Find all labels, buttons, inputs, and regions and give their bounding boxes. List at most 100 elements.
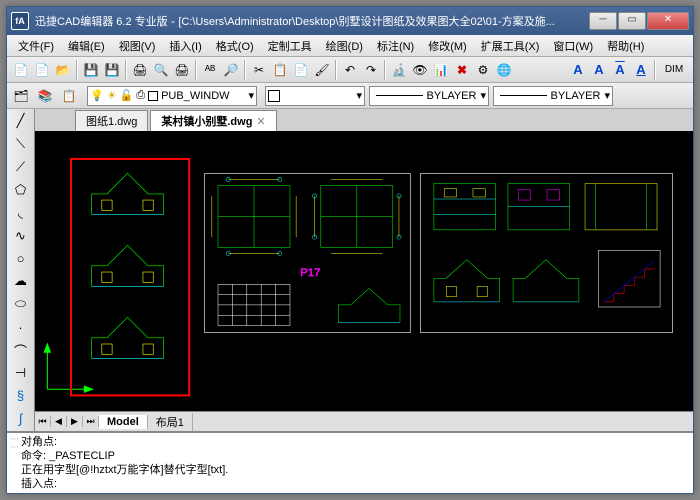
model-tab[interactable]: Model <box>99 415 148 429</box>
document-tabs: 图纸1.dwg 某村镇小别墅.dwg✕ <box>35 109 693 131</box>
pan-icon[interactable]: 🔬 <box>389 60 409 80</box>
new-icon[interactable]: 📄 <box>11 60 31 80</box>
menu-tools[interactable]: 定制工具 <box>261 36 319 56</box>
standard-toolbar: 📄 📄 📂 💾 💾 🖨 🔍 🖨 ᴬᴮ 🔎 ✂ 📋 📄 🖌 ↶ ↷ 🔬 👁 📊 ✖… <box>7 57 693 83</box>
doc-tab-2[interactable]: 某村镇小别墅.dwg✕ <box>150 110 276 131</box>
drawing-canvas[interactable]: P17 <box>35 131 693 411</box>
cad-drawing: P17 <box>35 131 693 411</box>
canvas-area: 图纸1.dwg 某村镇小别墅.dwg✕ <box>35 109 693 431</box>
audit-icon[interactable]: ⚙ <box>473 60 493 80</box>
boundary-tool-icon[interactable]: § <box>10 385 32 406</box>
layer-combo[interactable]: 💡 ☀ 🔓 ⎙ PUB_WINDW ▾ <box>87 86 257 106</box>
lightbulb-icon: 💡 <box>90 89 104 102</box>
copy-icon[interactable]: 📋 <box>270 60 290 80</box>
menu-file[interactable]: 文件(F) <box>11 36 61 56</box>
layerprev-icon[interactable]: 📚 <box>35 86 55 106</box>
menu-dimension[interactable]: 标注(N) <box>370 36 421 56</box>
menu-insert[interactable]: 插入(I) <box>162 36 208 56</box>
preview-icon[interactable]: 🔍 <box>151 60 171 80</box>
layout-tabs: ⏮ ◀ ▶ ⏭ Model 布局1 <box>35 411 693 431</box>
app-window: fA 迅捷CAD编辑器 6.2 专业版 - [C:\Users\Administ… <box>6 6 694 494</box>
menu-extend[interactable]: 扩展工具(X) <box>474 36 547 56</box>
layer-color-swatch <box>148 91 158 101</box>
menu-window[interactable]: 窗口(W) <box>546 36 600 56</box>
layer-icon[interactable]: 📊 <box>431 60 451 80</box>
menu-format[interactable]: 格式(O) <box>209 36 261 56</box>
revcloud-tool-icon[interactable]: ☁ <box>10 271 32 292</box>
minimize-button[interactable]: ─ <box>589 12 617 30</box>
spline-tool-icon[interactable]: ∿ <box>10 225 32 246</box>
xline-tool-icon[interactable]: ⟍ <box>10 134 32 155</box>
menu-help[interactable]: 帮助(H) <box>600 36 651 56</box>
tab-last-icon[interactable]: ⏭ <box>83 416 99 427</box>
cmd-line-1: 对角点: <box>21 435 689 449</box>
title-bar: fA 迅捷CAD编辑器 6.2 专业版 - [C:\Users\Administ… <box>7 7 693 35</box>
lineweight-combo[interactable]: BYLAYER ▾ <box>493 86 613 106</box>
layer-name: PUB_WINDW <box>161 90 229 102</box>
new2-icon[interactable]: 📄 <box>32 60 52 80</box>
close-button[interactable]: ✕ <box>647 12 689 30</box>
cut-icon[interactable]: ✂ <box>249 60 269 80</box>
polygon-tool-icon[interactable]: ⬠ <box>10 180 32 201</box>
undo-icon[interactable]: ↶ <box>340 60 360 80</box>
spell-icon[interactable]: ᴬᴮ <box>200 60 220 80</box>
saveall-icon[interactable]: 💾 <box>102 60 122 80</box>
maximize-button[interactable]: ▭ <box>618 12 646 30</box>
open-icon[interactable]: 📂 <box>53 60 73 80</box>
menu-modify[interactable]: 修改(M) <box>421 36 474 56</box>
pline-tool-icon[interactable]: ⟋ <box>10 157 32 178</box>
textstyle-a3-icon[interactable]: A <box>610 60 630 80</box>
break-tool-icon[interactable]: ⊣ <box>10 362 32 383</box>
cmd-grip-icon[interactable]: ⋮⋮ <box>11 435 21 491</box>
print-icon[interactable]: 🖨 <box>130 60 150 80</box>
lock-icon: 🔓 <box>120 89 134 102</box>
cmd-line-3: 正在用字型[@!hztxt万能字体]替代字型[txt]. <box>21 463 689 477</box>
layout1-tab[interactable]: 布局1 <box>148 413 193 431</box>
arc-tool-icon[interactable]: ◟ <box>10 202 32 223</box>
tab-close-icon[interactable]: ✕ <box>256 115 265 128</box>
tab-prev-icon[interactable]: ◀ <box>51 416 67 427</box>
point-tool-icon[interactable]: · <box>10 317 32 338</box>
arc2-tool-icon[interactable]: ⌒ <box>10 340 32 361</box>
color-combo[interactable]: ▾ <box>265 86 365 106</box>
draw-toolbar: ╱ ⟍ ⟋ ⬠ ◟ ∿ ○ ☁ ⬭ · ⌒ ⊣ § ∫ <box>7 109 35 431</box>
purge-icon[interactable]: 🌐 <box>494 60 514 80</box>
menu-edit[interactable]: 编辑(E) <box>61 36 112 56</box>
plot-icon[interactable]: 🖨 <box>172 60 192 80</box>
dim-button[interactable]: DIM <box>659 60 689 80</box>
menu-bar: 文件(F) 编辑(E) 视图(V) 插入(I) 格式(O) 定制工具 绘图(D)… <box>7 35 693 57</box>
menu-draw[interactable]: 绘图(D) <box>319 36 370 56</box>
paste-icon[interactable]: 📄 <box>291 60 311 80</box>
circle-tool-icon[interactable]: ○ <box>10 248 32 269</box>
menu-view[interactable]: 视图(V) <box>112 36 163 56</box>
tab-first-icon[interactable]: ⏮ <box>35 416 51 427</box>
textstyle-a1-icon[interactable]: A <box>568 60 588 80</box>
properties-toolbar: 🗂 📚 📋 💡 ☀ 🔓 ⎙ PUB_WINDW ▾ ▾ BYLAYER ▾ BY… <box>7 83 693 109</box>
delete-icon[interactable]: ✖ <box>452 60 472 80</box>
linetype-combo[interactable]: BYLAYER ▾ <box>369 86 489 106</box>
matchprop-icon[interactable]: 🖌 <box>312 60 332 80</box>
sun-icon: ☀ <box>107 89 117 102</box>
workspace: ╱ ⟍ ⟋ ⬠ ◟ ∿ ○ ☁ ⬭ · ⌒ ⊣ § ∫ 图纸1.dwg 某村镇小… <box>7 109 693 431</box>
redo-icon[interactable]: ↷ <box>361 60 381 80</box>
region-tool-icon[interactable]: ∫ <box>10 408 32 429</box>
save-icon[interactable]: 💾 <box>81 60 101 80</box>
layerprop-icon[interactable]: 🗂 <box>11 86 31 106</box>
color-swatch-icon <box>268 90 280 102</box>
doc-tab-1[interactable]: 图纸1.dwg <box>75 110 148 131</box>
layerstate-icon[interactable]: 📋 <box>59 86 79 106</box>
textstyle-a4-icon[interactable]: A <box>631 60 651 80</box>
window-controls: ─ ▭ ✕ <box>589 12 689 30</box>
zoom-icon[interactable]: 👁 <box>410 60 430 80</box>
printable-icon: ⎙ <box>136 89 145 102</box>
app-logo-icon: fA <box>11 12 29 30</box>
tab-next-icon[interactable]: ▶ <box>67 416 83 427</box>
find-icon[interactable]: 🔎 <box>221 60 241 80</box>
textstyle-a2-icon[interactable]: A <box>589 60 609 80</box>
ellipse-tool-icon[interactable]: ⬭ <box>10 294 32 315</box>
window-title: 迅捷CAD编辑器 6.2 专业版 - [C:\Users\Administrat… <box>35 13 589 29</box>
line-tool-icon[interactable]: ╱ <box>10 111 32 132</box>
command-window[interactable]: ⋮⋮ 对角点: 命令: _PASTECLIP 正在用字型[@!hztxt万能字体… <box>7 431 693 493</box>
cmd-line-4: 插入点: <box>21 477 689 491</box>
svg-text:P17: P17 <box>300 267 320 279</box>
